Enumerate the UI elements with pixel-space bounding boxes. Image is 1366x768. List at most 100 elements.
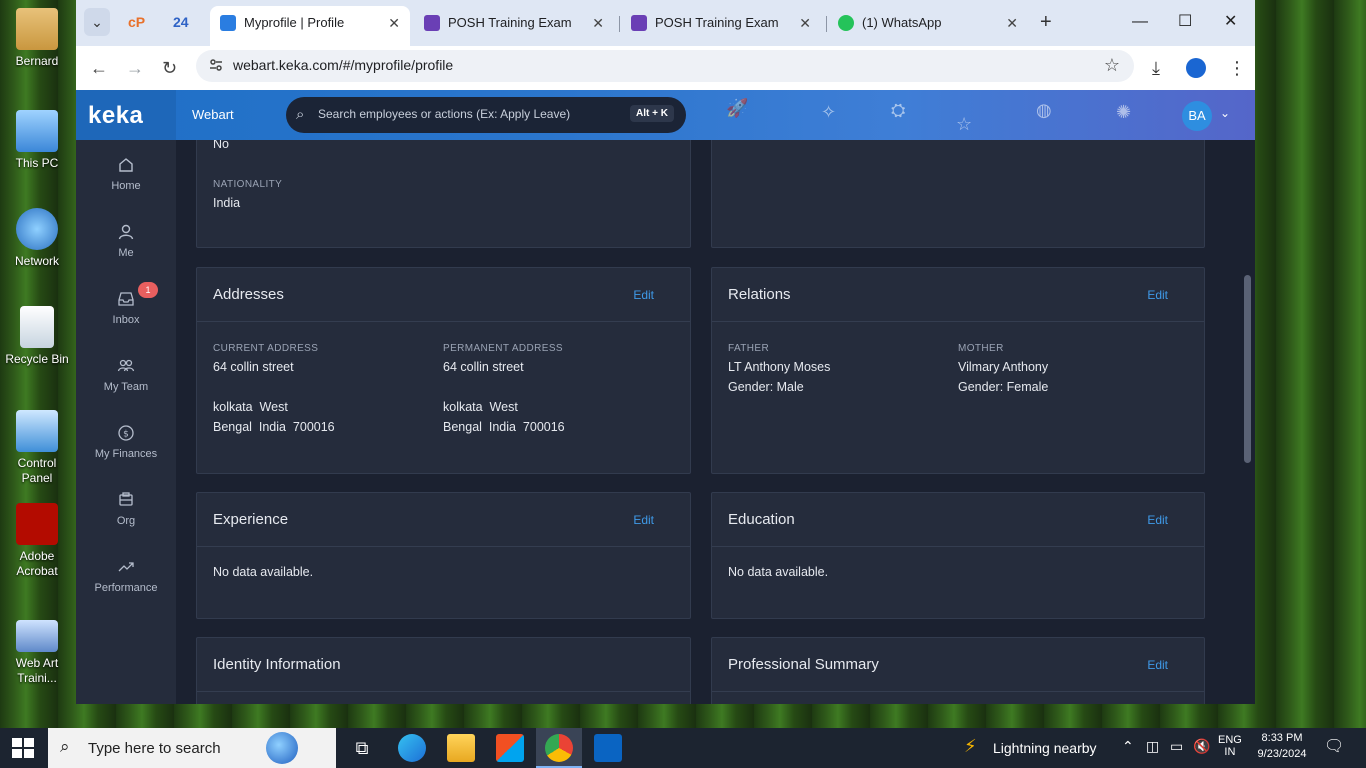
tab-posh-exam-1[interactable]: POSH Training Exam ✕ [414,6,614,40]
taskbar-active-chrome[interactable] [536,728,582,768]
tab-posh-exam-2[interactable]: POSH Training Exam ✕ [621,6,821,40]
permanent-address-label: PERMANENT ADDRESS [443,343,563,354]
close-icon[interactable]: ✕ [1006,6,1018,40]
close-icon[interactable]: ✕ [799,6,811,40]
menu-kebab-icon[interactable]: ⋮ [1228,56,1246,80]
sidebar-item-inbox[interactable]: Inbox 1 [76,282,176,326]
card-title: Professional Summary [728,656,879,673]
search-highlight-icon [266,732,298,764]
planet-decoration-icon: ◍ [1036,100,1052,120]
taskbar-search-placeholder: Type here to search [88,740,221,757]
weather-text[interactable]: Lightning nearby [993,740,1097,756]
recycle-bin-icon [20,306,54,348]
tab-search-button[interactable]: ⌄ [84,8,110,36]
sidebar-item-my-finances[interactable]: $ My Finances [76,424,176,460]
close-icon[interactable]: ✕ [592,6,604,40]
edit-relations-link[interactable]: Edit [1147,288,1168,302]
sidebar-item-my-team[interactable]: My Team [76,357,176,393]
profile-icon[interactable] [1186,58,1206,78]
card-header: Relations Edit [712,268,1204,322]
company-name: Webart [192,107,234,122]
search-icon: ⌕ [296,106,305,123]
addresses-card: Addresses Edit CURRENT ADDRESS 64 collin… [196,267,691,474]
empty-state-text: No data available. [213,565,314,579]
chevron-up-icon[interactable]: ⌃ [1122,738,1134,755]
windows-start-icon[interactable] [12,738,34,758]
close-icon[interactable]: ✕ [388,6,400,40]
network-icon [16,208,58,250]
language-ime[interactable]: ENG IN [1218,734,1242,758]
search-placeholder: Search employees or actions (Ex: Apply L… [318,107,571,121]
desktop-icon-recycle-bin[interactable]: Recycle Bin [2,306,72,367]
meet-icon[interactable]: ◫ [1146,738,1159,755]
current-address-label: CURRENT ADDRESS [213,343,319,354]
sidebar-item-me[interactable]: Me [76,223,176,259]
whatsapp-icon [838,15,854,31]
contact-info-card [711,140,1205,248]
notification-icon[interactable]: 🗨 [1324,736,1344,756]
maximize-button[interactable]: ☐ [1178,10,1192,34]
volume-muted-icon[interactable]: 🔇 [1193,738,1210,755]
father-name: LT Anthony Moses [728,360,831,374]
team-icon [117,359,135,372]
task-view-icon[interactable]: ⧉ [348,734,376,762]
desktop-icon-network[interactable]: Network [2,208,72,269]
card-header: Identity Information [197,638,690,692]
search-shortcut-badge: Alt + K [630,105,674,122]
trend-up-icon [118,562,134,572]
download-icon[interactable]: ⤓ [1152,56,1160,80]
star-decoration-icon: ✧ [821,102,837,122]
edit-addresses-link[interactable]: Edit [633,288,654,302]
outlook-icon[interactable] [594,734,622,762]
chevron-down-icon[interactable]: ⌄ [1220,106,1230,120]
taskbar: ⌕ Type here to search ⧉ ⚡ Lightning near… [0,728,1366,768]
desktop-icon-web-art-training[interactable]: Web Art Traini... [2,620,72,686]
bookmark-star-icon[interactable]: ☆ [1104,55,1120,76]
dollar-icon: $ [118,425,134,441]
current-address-line2: kolkata West [213,400,288,414]
back-button[interactable]: ← [90,56,108,80]
site-info-icon[interactable] [208,57,224,73]
search-icon: ⌕ [60,737,70,756]
content-scrollbar[interactable] [1244,275,1251,463]
forward-button[interactable]: → [126,56,144,80]
file-explorer-icon[interactable] [447,734,475,762]
keka-logo[interactable]: keka [88,102,143,130]
edit-summary-link[interactable]: Edit [1147,658,1168,672]
reload-button[interactable]: ↻ [162,56,177,80]
tab-myprofile[interactable]: Myprofile | Profile ✕ [210,6,410,46]
minimize-button[interactable]: — [1132,10,1148,34]
sidebar-item-performance[interactable]: Performance [76,558,176,594]
person-icon [118,224,134,240]
store-icon[interactable] [496,734,524,762]
computer-icon [16,110,58,152]
sidebar-item-home[interactable]: Home [76,156,176,192]
clock[interactable]: 8:33 PM 9/23/2024 [1254,732,1310,760]
permanent-address-line2: kolkata West [443,400,518,414]
star-decoration-icon: ✺ [1116,102,1132,122]
previous-field-value: No [213,140,229,151]
mother-gender: Gender: Female [958,380,1049,394]
tab-whatsapp[interactable]: (1) WhatsApp ✕ [828,6,1028,40]
desktop-icon-this-pc[interactable]: This PC [2,110,72,171]
global-search[interactable]: ⌕ Search employees or actions (Ex: Apply… [286,97,686,133]
keka-header: keka Webart ⌕ Search employees or action… [76,90,1255,140]
personal-info-card: No NATIONALITY India [196,140,691,248]
edge-icon[interactable] [398,734,426,762]
edit-education-link[interactable]: Edit [1147,513,1168,527]
tab-separator [826,16,827,32]
new-tab-button[interactable]: + [1040,10,1052,34]
taskbar-search[interactable]: ⌕ Type here to search [48,728,336,768]
father-label: FATHER [728,343,770,354]
pinned-tab-cpanel[interactable]: cP [128,12,145,32]
avatar[interactable]: BA [1182,101,1212,131]
desktop-icon-bernard[interactable]: Bernard [2,8,72,69]
desktop-icon-control-panel[interactable]: Control Panel [2,410,72,486]
sidebar-item-org[interactable]: Org [76,491,176,527]
network-tray-icon[interactable]: ▭ [1170,738,1183,755]
pinned-tab-24[interactable]: 24 [173,12,189,32]
window-close-button[interactable]: ✕ [1224,10,1237,34]
url-field[interactable]: webart.keka.com/#/myprofile/profile ☆ [196,50,1134,82]
edit-experience-link[interactable]: Edit [633,513,654,527]
desktop-icon-adobe-acrobat[interactable]: Adobe Acrobat [2,503,72,579]
